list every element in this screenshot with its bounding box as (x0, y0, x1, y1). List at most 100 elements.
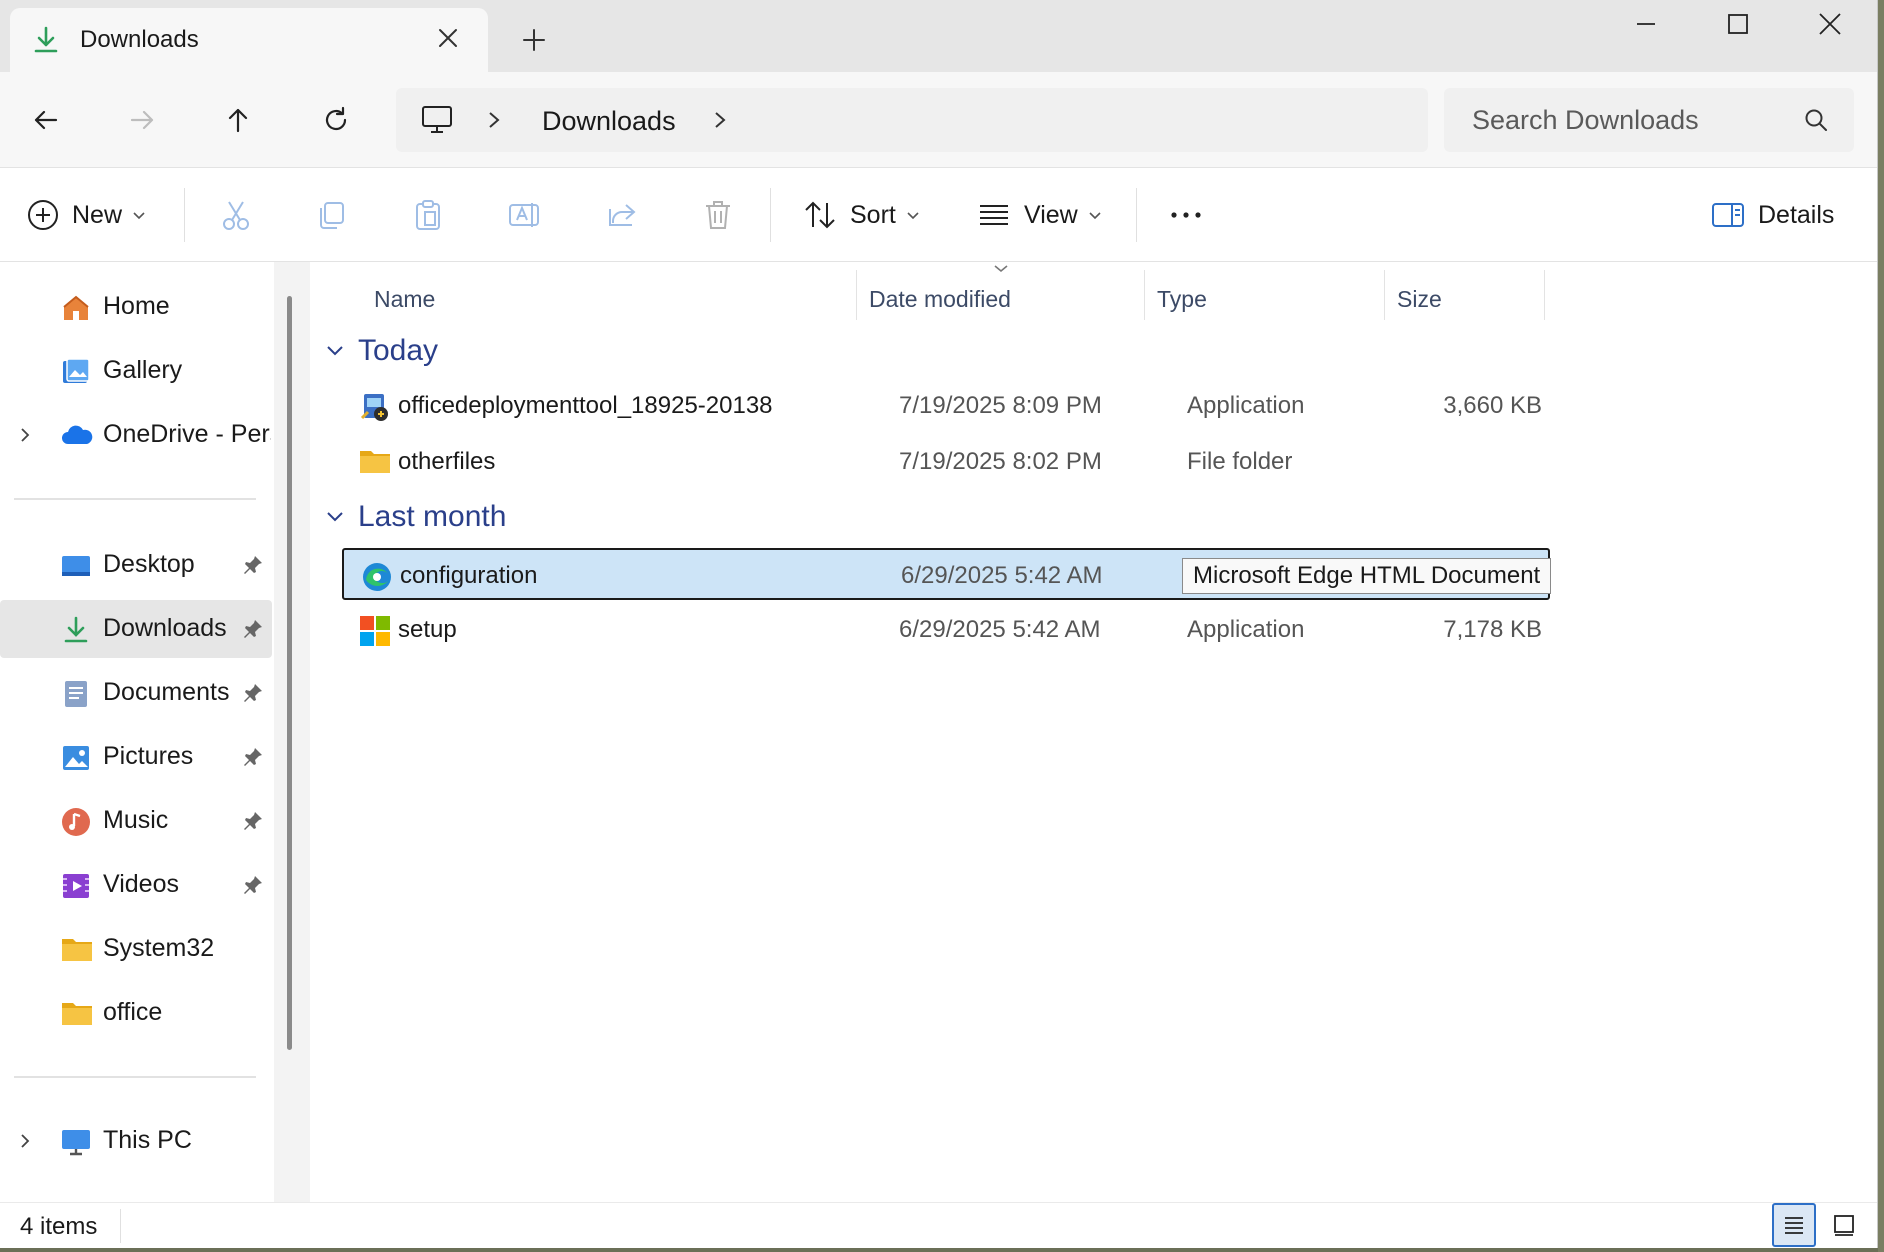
copy-icon (320, 202, 344, 229)
more-options-button[interactable] (1166, 192, 1206, 238)
file-date: 6/29/2025 5:42 AM (901, 562, 1103, 589)
sidebar-scroll-track[interactable] (274, 262, 310, 1202)
file-date: 6/29/2025 5:42 AM (899, 616, 1101, 643)
chevron-right-icon[interactable] (16, 424, 34, 453)
file-name: officedeploymenttool_18925-20138 (398, 392, 773, 419)
sidebar-item-documents[interactable]: Documents (0, 664, 272, 722)
close-icon (1819, 13, 1841, 35)
file-type: Application (1187, 616, 1305, 643)
pin-icon[interactable] (242, 874, 264, 903)
music-icon (60, 806, 92, 838)
paste-button[interactable] (410, 192, 446, 238)
pin-icon[interactable] (242, 554, 264, 583)
search-input[interactable] (1472, 102, 1772, 138)
close-window-button[interactable] (1794, 4, 1866, 44)
chevron-down-icon (327, 346, 343, 356)
file-type: File folder (1187, 448, 1293, 475)
column-header-size[interactable]: Size (1397, 274, 1442, 324)
details-pane-button[interactable]: Details (1710, 192, 1834, 238)
group-header-last-month[interactable]: Last month (324, 494, 506, 540)
chevron-right-icon[interactable] (484, 108, 504, 137)
breadcrumb-downloads[interactable]: Downloads (542, 106, 676, 137)
sidebar-item-label: OneDrive - Persı (103, 420, 271, 448)
column-header-type[interactable]: Type (1157, 274, 1207, 324)
pin-icon[interactable] (242, 618, 264, 647)
tiles-view-icon (1834, 1215, 1854, 1236)
sidebar-item-desktop[interactable]: Desktop (0, 536, 272, 594)
forward-button[interactable] (122, 100, 162, 140)
sidebar-item-gallery[interactable]: Gallery (0, 342, 272, 400)
new-tab-icon[interactable] (516, 22, 552, 58)
add-circle-icon (28, 200, 58, 230)
maximize-button[interactable] (1702, 4, 1774, 44)
column-header-name[interactable]: Name (374, 274, 435, 324)
search-icon[interactable] (1802, 106, 1830, 139)
view-button[interactable]: View (976, 192, 1102, 238)
onedrive-icon (60, 420, 93, 452)
share-button[interactable] (604, 192, 640, 238)
sidebar-divider (14, 498, 256, 500)
this-pc-icon[interactable] (420, 104, 454, 141)
group-header-today[interactable]: Today (324, 328, 438, 374)
column-header-date[interactable]: Date modified (869, 274, 1011, 324)
sidebar-item-home[interactable]: Home (0, 278, 272, 336)
sidebar-item-this-pc[interactable]: This PC (0, 1112, 272, 1170)
sidebar-item-downloads[interactable]: Downloads (0, 600, 272, 658)
download-arrow-icon (30, 24, 62, 56)
sidebar-item-system32[interactable]: System32 (0, 920, 272, 978)
chevron-down-icon (1089, 212, 1101, 220)
address-bar[interactable]: Downloads (396, 88, 1428, 152)
refresh-icon (325, 106, 347, 131)
new-button[interactable]: New (26, 192, 146, 238)
sidebar-item-label: This PC (103, 1126, 192, 1154)
cut-icon (223, 201, 249, 230)
sidebar-item-music[interactable]: Music (0, 792, 272, 850)
minimize-button[interactable] (1610, 4, 1682, 44)
chevron-right-icon[interactable] (710, 108, 730, 137)
view-list-icon (980, 205, 1008, 225)
sidebar-item-label: office (103, 998, 163, 1026)
file-date: 7/19/2025 8:02 PM (899, 448, 1102, 475)
sidebar-item-videos[interactable]: Videos (0, 856, 272, 914)
file-row[interactable]: otherfiles 7/19/2025 8:02 PM File folder (342, 436, 1550, 488)
maximize-icon (1728, 14, 1748, 34)
back-button[interactable] (26, 100, 66, 140)
sidebar-item-onedrive[interactable]: OneDrive - Persı (0, 406, 272, 464)
file-row[interactable]: setup 6/29/2025 5:42 AM Application 7,17… (342, 604, 1550, 656)
sidebar-item-pictures[interactable]: Pictures (0, 728, 272, 786)
file-explorer-window: Downloads Downloads Search Downloads New… (0, 0, 1878, 1248)
chevron-down-icon (133, 212, 145, 220)
sidebar-scrollbar[interactable] (287, 296, 292, 1050)
chevron-down-icon (327, 512, 343, 522)
up-button[interactable] (218, 100, 258, 140)
downloads-icon (60, 614, 92, 646)
arrow-left-icon (34, 110, 58, 130)
rename-button[interactable] (506, 192, 542, 238)
edge-icon (360, 560, 394, 594)
delete-button[interactable] (700, 192, 736, 238)
tiles-view-button[interactable] (1822, 1203, 1866, 1247)
pin-icon[interactable] (242, 746, 264, 775)
refresh-button[interactable] (316, 100, 356, 140)
pin-icon[interactable] (242, 682, 264, 711)
trash-icon (706, 201, 730, 229)
search-box[interactable] (1444, 88, 1854, 152)
sort-button[interactable]: Sort (802, 192, 920, 238)
file-row[interactable]: configuration 6/29/2025 5:42 AM Microsof… (342, 548, 1552, 600)
sidebar-item-office[interactable]: office (0, 984, 272, 1042)
copy-button[interactable] (314, 192, 350, 238)
chevron-right-icon[interactable] (16, 1130, 34, 1159)
sidebar-item-label: System32 (103, 934, 215, 962)
file-row[interactable]: officedeploymenttool_18925-20138 7/19/20… (342, 380, 1550, 432)
details-view-button[interactable] (1772, 1203, 1816, 1247)
cut-button[interactable] (218, 192, 254, 238)
pin-icon[interactable] (242, 810, 264, 839)
file-date: 7/19/2025 8:09 PM (899, 392, 1102, 419)
folder-icon (60, 934, 92, 966)
sidebar-divider (14, 1076, 256, 1078)
details-label: Details (1758, 200, 1835, 229)
minimize-icon (1637, 23, 1655, 25)
tab-downloads[interactable]: Downloads (10, 8, 488, 72)
close-tab-icon[interactable] (434, 24, 462, 52)
documents-icon (60, 678, 92, 710)
